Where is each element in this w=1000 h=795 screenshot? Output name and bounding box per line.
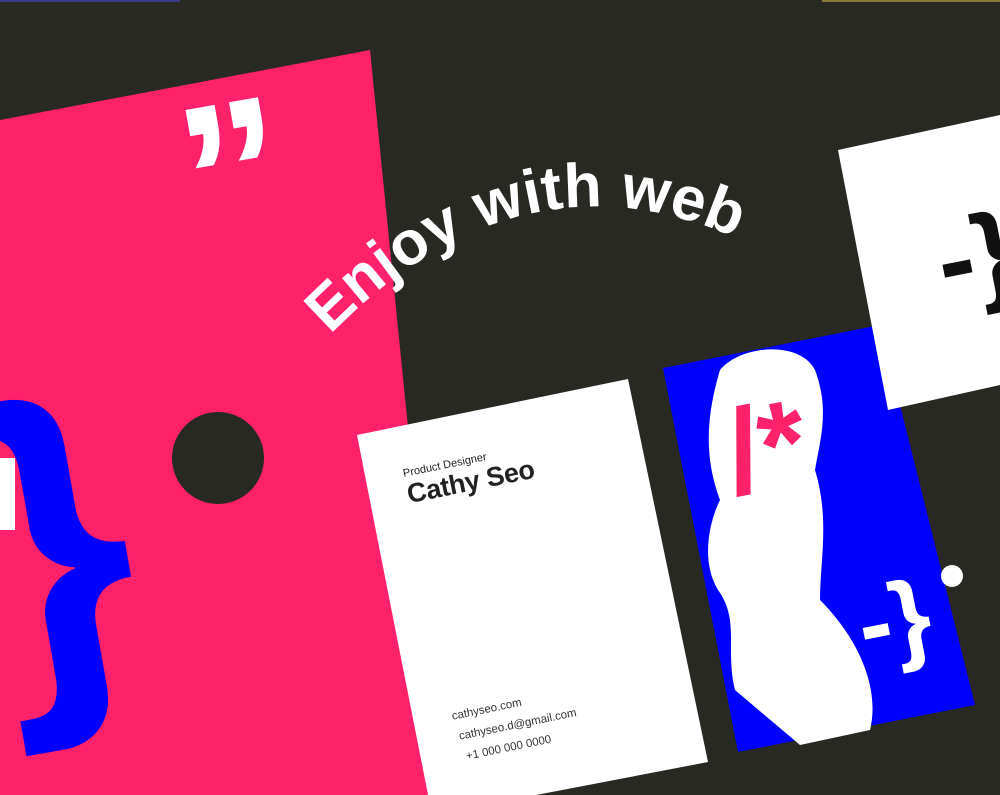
- black-circle: [172, 412, 264, 504]
- white-bar: [0, 458, 15, 530]
- pink-poster: ” }: [0, 50, 445, 795]
- mockup-scene: ” } Enjoy with web /* -} -}: [0, 50, 1000, 795]
